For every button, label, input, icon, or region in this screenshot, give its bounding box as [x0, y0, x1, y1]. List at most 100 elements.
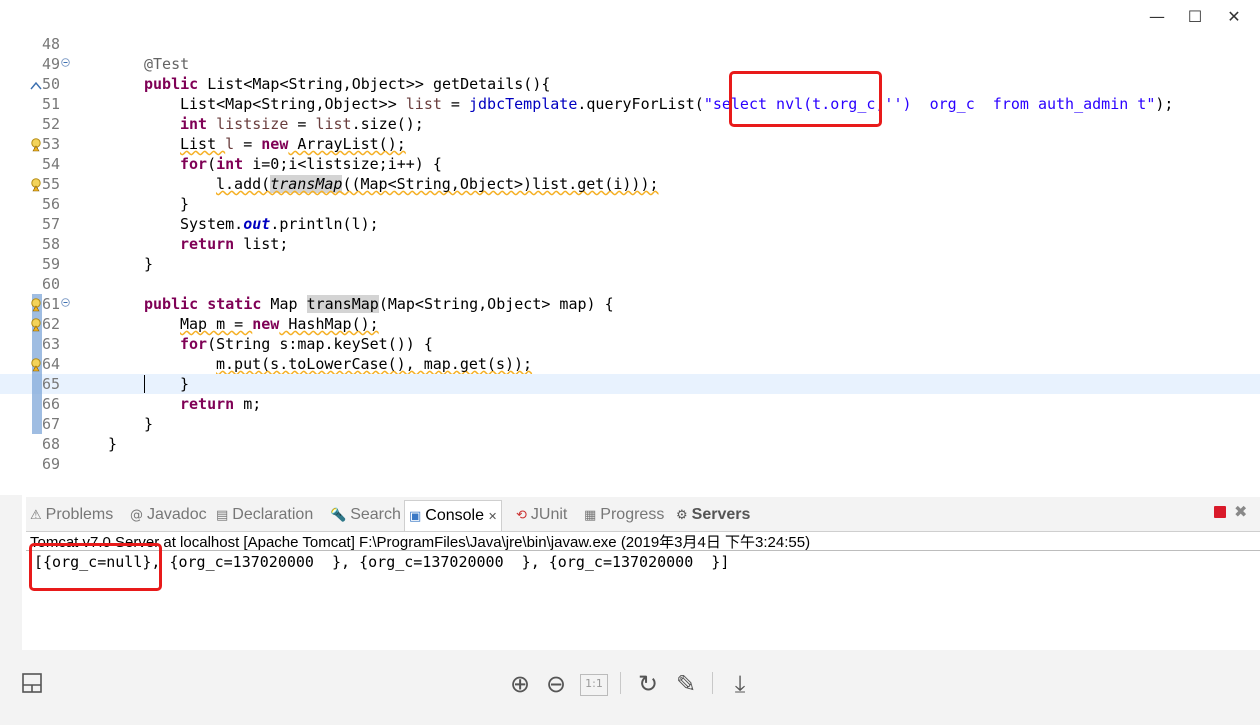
code-line[interactable]: 54 for(int i=0;i<listsize;i++) { — [0, 154, 1260, 174]
code-line[interactable]: 69 — [0, 454, 1260, 474]
line-number-text: 55 — [41, 175, 60, 193]
panel-toggle-icon[interactable] — [20, 672, 44, 700]
line-number-text: 53 — [41, 135, 60, 153]
minimize-button[interactable]: — — [1145, 6, 1169, 28]
code-line[interactable]: 57 System.out.println(l); — [0, 214, 1260, 234]
code-token: } — [144, 255, 154, 273]
code-text[interactable]: public List<Map<String,Object>> getDetai… — [144, 74, 550, 94]
code-line[interactable]: 53 List l = new ArrayList(); — [0, 134, 1260, 154]
zoom-out-icon[interactable]: ⊖ — [542, 670, 570, 698]
code-text[interactable]: for(int i=0;i<listsize;i++) { — [180, 154, 442, 174]
code-line[interactable]: 61 public static Map transMap(Map<String,… — [0, 294, 1260, 314]
code-text[interactable]: int listsize = list.size(); — [180, 114, 424, 134]
fold-toggle-icon[interactable] — [61, 55, 70, 75]
code-token: m.put(s.toLowerCase(), map.get(s)); — [216, 355, 533, 373]
code-text[interactable]: } — [108, 434, 117, 454]
code-text[interactable]: } — [144, 374, 190, 394]
warning-bulb-icon[interactable] — [30, 177, 42, 192]
code-text[interactable]: for(String s:map.keySet()) { — [180, 334, 433, 354]
close-button[interactable]: ✕ — [1222, 6, 1246, 28]
line-number-text: 64 — [41, 355, 60, 373]
tab-junit[interactable]: ⟲ JUnit — [516, 502, 567, 528]
code-line[interactable]: 58 return list; — [0, 234, 1260, 254]
code-text[interactable]: Map m = new HashMap(); — [180, 314, 379, 334]
maximize-button[interactable]: ☐ — [1183, 6, 1207, 28]
rotate-icon[interactable]: ↻ — [634, 670, 662, 698]
code-line[interactable]: 50 public List<Map<String,Object>> getDet… — [0, 74, 1260, 94]
code-token: static — [207, 295, 262, 313]
code-token: listsize — [207, 115, 289, 133]
code-line[interactable]: 64 m.put(s.toLowerCase(), map.get(s)); — [0, 354, 1260, 374]
tab-console[interactable]: ▣ Console ✕ — [404, 500, 503, 531]
code-line[interactable]: 67} — [0, 414, 1260, 434]
code-line[interactable]: 62 Map m = new HashMap(); — [0, 314, 1260, 334]
code-token: HashMap(); — [279, 315, 379, 333]
code-line[interactable]: 48 — [0, 34, 1260, 54]
code-text[interactable]: List l = new ArrayList(); — [180, 134, 406, 154]
code-editor[interactable]: 48 49 @Test 50 public List<Map<String,Object… — [0, 34, 1260, 494]
code-text[interactable]: } — [144, 254, 153, 274]
remove-launch-button[interactable]: ✖ — [1234, 502, 1247, 521]
change-marker — [32, 414, 42, 434]
code-line[interactable]: 52 int listsize = list.size(); — [0, 114, 1260, 134]
highlight-box-output — [29, 543, 162, 591]
code-text[interactable]: System.out.println(l); — [180, 214, 379, 234]
code-line[interactable]: 63 for(String s:map.keySet()) { — [0, 334, 1260, 354]
code-text[interactable]: List<Map<String,Object>> list = jdbcTemp… — [180, 94, 1173, 114]
code-token: return — [180, 235, 235, 253]
code-line[interactable]: 49 @Test — [0, 54, 1260, 74]
tab-servers[interactable]: ⚙ Servers — [676, 502, 750, 528]
code-text[interactable]: public static Map transMap(Map<String,Ob… — [144, 294, 614, 314]
tab-declaration[interactable]: ▤ Declaration — [216, 502, 313, 528]
code-token: (Map<String,Object> map) { — [378, 295, 614, 313]
code-text[interactable]: l.add(transMap((Map<String,Object>)list.… — [216, 174, 659, 194]
code-text[interactable]: return m; — [180, 394, 261, 414]
code-token: return — [180, 395, 235, 413]
zoom-in-icon[interactable]: ⊕ — [506, 670, 534, 698]
line-number-text: 67 — [41, 415, 60, 433]
fold-toggle-icon[interactable] — [61, 295, 70, 315]
code-token: = — [288, 115, 316, 133]
console-icon: ▣ — [409, 509, 422, 524]
code-line[interactable]: 65} — [0, 374, 1260, 394]
tab-label: Servers — [691, 506, 751, 523]
code-line[interactable]: 59} — [0, 254, 1260, 274]
close-icon[interactable]: ✕ — [488, 510, 497, 523]
tab-progress[interactable]: ▦ Progress — [584, 502, 664, 528]
line-number-text: 52 — [41, 115, 60, 133]
warning-bulb-icon[interactable] — [30, 357, 42, 372]
warning-bulb-icon[interactable] — [30, 297, 42, 312]
code-line[interactable]: 60 — [0, 274, 1260, 294]
warning-bulb-icon[interactable] — [30, 137, 42, 152]
code-line[interactable]: 68} — [0, 434, 1260, 454]
line-number-text: 56 — [41, 195, 60, 213]
code-text[interactable]: } — [144, 414, 153, 434]
actual-size-icon[interactable]: 1:1 — [580, 674, 608, 696]
code-text[interactable]: } — [180, 194, 189, 214]
code-token: new — [261, 135, 289, 153]
code-line[interactable]: 56} — [0, 194, 1260, 214]
terminate-button[interactable] — [1214, 506, 1226, 518]
code-token: i=0;i<listsize;i++) { — [243, 155, 442, 173]
panel-ruler — [0, 495, 22, 650]
code-line[interactable]: 55 l.add(transMap((Map<String,Object>)lis… — [0, 174, 1260, 194]
code-token: transMap — [306, 295, 379, 313]
tab-search[interactable]: 🔦 Search — [330, 502, 401, 528]
bottom-panel: ⚠ Problems @ Javadoc ▤ Declaration 🔦 Search … — [0, 495, 1260, 650]
code-line[interactable]: 51 List<Map<String,Object>> list = jdbcTe… — [0, 94, 1260, 114]
code-text[interactable]: return list; — [180, 234, 288, 254]
tab-problems[interactable]: ⚠ Problems — [30, 502, 113, 528]
tab-javadoc[interactable]: @ Javadoc — [130, 502, 207, 528]
code-text[interactable]: @Test — [144, 54, 189, 74]
code-token: } — [180, 375, 190, 393]
tab-label: Console — [425, 507, 484, 524]
download-icon[interactable]: ⤓ — [726, 670, 754, 698]
code-token: int — [180, 115, 208, 133]
code-token: m; — [234, 395, 262, 413]
code-line[interactable]: 66 return m; — [0, 394, 1260, 414]
code-token: System. — [180, 215, 244, 233]
warning-bulb-icon[interactable] — [30, 317, 42, 332]
code-text[interactable]: m.put(s.toLowerCase(), map.get(s)); — [216, 354, 532, 374]
edit-icon[interactable]: ✎ — [672, 670, 700, 698]
